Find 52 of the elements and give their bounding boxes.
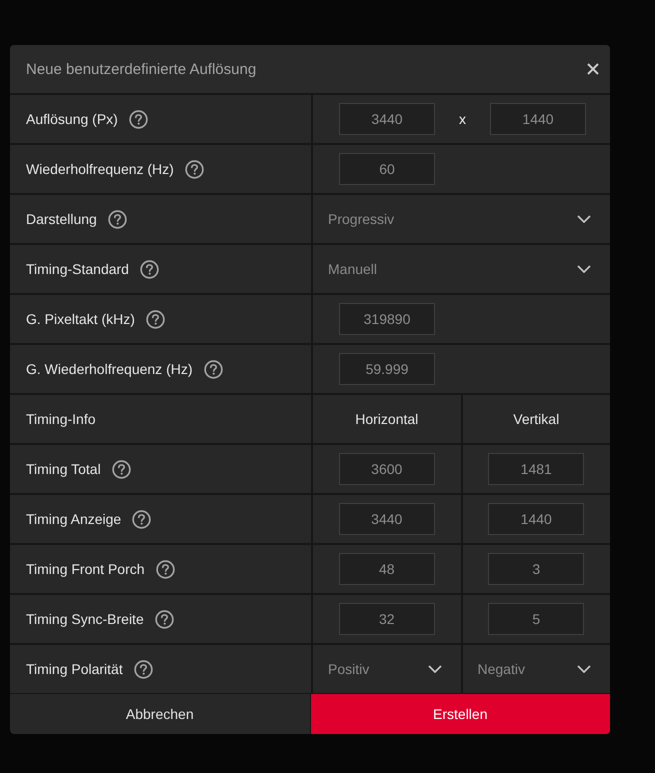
dropdown[interactable]: Progressiv bbox=[313, 195, 610, 243]
input-field[interactable]: 3 bbox=[488, 553, 584, 585]
input-field[interactable]: 3600 bbox=[338, 453, 435, 485]
dropdown[interactable]: Negativ bbox=[462, 645, 610, 693]
dimension-separator: x bbox=[459, 111, 466, 127]
field-label: Timing Sync-Breite bbox=[26, 611, 144, 627]
help-icon[interactable] bbox=[204, 360, 223, 378]
field-label: Timing-Info bbox=[26, 411, 96, 427]
input-field[interactable]: 59.999 bbox=[339, 353, 435, 385]
input-field[interactable]: 60 bbox=[339, 153, 435, 185]
input-field[interactable]: 48 bbox=[338, 553, 435, 585]
input-field[interactable]: 5 bbox=[488, 603, 584, 635]
help-icon[interactable] bbox=[140, 260, 159, 278]
create-button[interactable]: Erstellen bbox=[310, 694, 610, 734]
field-label: Timing Polarität bbox=[26, 661, 123, 677]
field-label: Auflösung (Px) bbox=[26, 111, 118, 127]
field-label: Wiederholfrequenz (Hz) bbox=[26, 161, 174, 177]
chevron-down-icon bbox=[428, 665, 442, 673]
field-label: G. Pixeltakt (kHz) bbox=[26, 311, 135, 327]
help-icon[interactable] bbox=[128, 110, 148, 128]
dropdown[interactable]: Manuell bbox=[313, 245, 610, 293]
field-label: G. Wiederholfrequenz (Hz) bbox=[26, 361, 193, 377]
help-icon[interactable] bbox=[132, 510, 152, 528]
input-field[interactable]: 1440 bbox=[490, 103, 586, 135]
input-field[interactable]: 1440 bbox=[488, 503, 584, 535]
dropdown[interactable]: Positiv bbox=[313, 645, 460, 693]
field-label: Darstellung bbox=[26, 211, 97, 227]
input-field[interactable]: 1481 bbox=[488, 453, 584, 485]
help-icon[interactable] bbox=[184, 160, 204, 178]
input-field[interactable]: 32 bbox=[338, 603, 435, 635]
help-icon[interactable] bbox=[146, 310, 165, 328]
help-icon[interactable] bbox=[156, 560, 175, 578]
field-label: Timing Anzeige bbox=[26, 511, 122, 527]
input-field[interactable]: 3440 bbox=[338, 503, 435, 535]
chevron-down-icon bbox=[577, 665, 591, 673]
field-label: Timing Total bbox=[26, 461, 101, 477]
column-header: Vertikal bbox=[513, 411, 560, 427]
column-header: Horizontal bbox=[355, 411, 418, 427]
help-icon[interactable] bbox=[108, 210, 127, 228]
field-label: Timing Front Porch bbox=[26, 561, 145, 577]
chevron-down-icon bbox=[577, 265, 591, 273]
close-icon bbox=[587, 63, 599, 75]
help-icon[interactable] bbox=[154, 610, 174, 628]
chevron-down-icon bbox=[577, 215, 591, 223]
help-icon[interactable] bbox=[134, 660, 153, 678]
cancel-button[interactable]: Abbrechen bbox=[10, 694, 310, 734]
input-field[interactable]: 319890 bbox=[339, 303, 435, 335]
input-field[interactable]: 3440 bbox=[339, 103, 435, 135]
field-label: Timing-Standard bbox=[26, 261, 129, 277]
help-icon[interactable] bbox=[112, 460, 131, 478]
dialog-title: Neue benutzerdefinierte Auflösung bbox=[26, 60, 256, 78]
close-button[interactable] bbox=[586, 62, 600, 76]
